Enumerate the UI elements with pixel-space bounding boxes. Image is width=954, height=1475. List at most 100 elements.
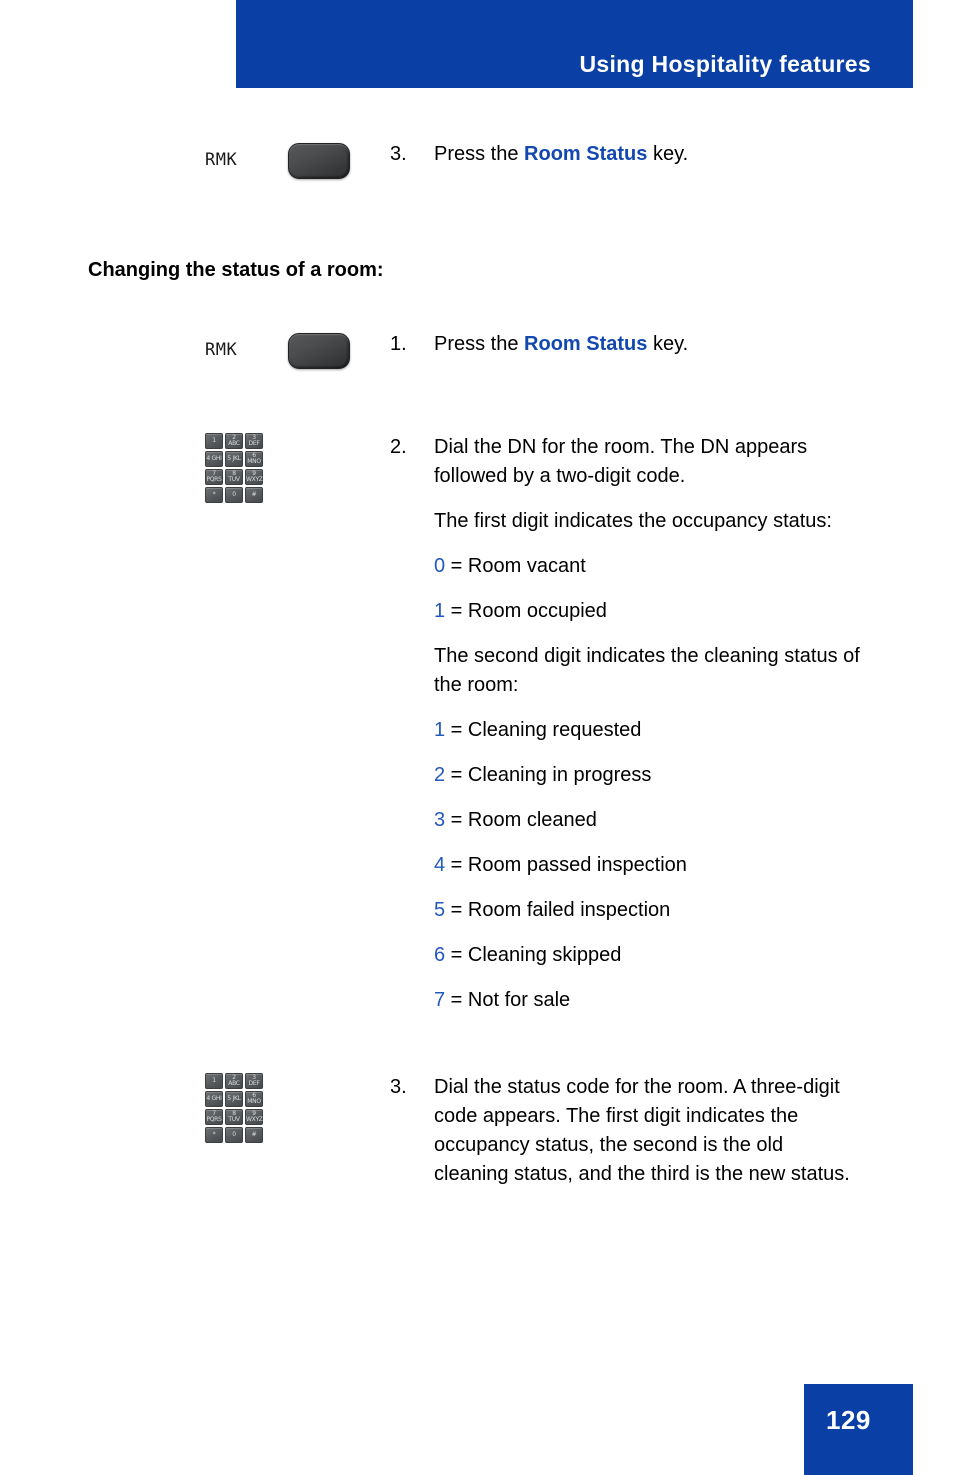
dialpad-key-label: 0 [232,491,236,498]
dialpad-key[interactable]: 4 GHI [205,1091,223,1107]
occupancy-code-1: 1 = Room occupied [434,597,860,626]
feature-key-label-icon: RMK [205,340,238,360]
dialpad-key[interactable]: 2 ABC [225,1073,243,1089]
code-digit: 5 [434,899,446,921]
dialpad-key[interactable]: 4 GHI [205,451,223,467]
section-heading: Changing the status of a room: [88,259,384,281]
step-text-after: key. [647,143,689,165]
code-description: = Not for sale [445,989,571,1011]
dialpad-key-label: 6 MNO [247,452,261,465]
code-description: = Room passed inspection [445,854,687,876]
cleaning-code-6: 6 = Cleaning skipped [434,941,860,970]
dialpad-key-label: 7 PQRS [206,470,222,483]
occupancy-intro: The first digit indicates the occupancy … [434,510,832,532]
cleaning-intro: The second digit indicates the cleaning … [434,645,860,696]
code-digit: 1 [434,719,446,741]
dialpad-key[interactable]: 8 TUV [225,1109,243,1125]
dialpad-key[interactable]: * [205,487,223,503]
code-description: = Room failed inspection [445,899,671,921]
dialpad-key[interactable]: 7 PQRS [205,1109,223,1125]
dialpad-key[interactable]: 3 DEF [245,433,263,449]
code-description: = Room occupied [445,600,607,622]
dialpad-key-label: 2 ABC [228,434,240,447]
dialpad-key-label: 6 MNO [247,1092,261,1105]
dialpad-key[interactable]: 3 DEF [245,1073,263,1089]
dialpad-key-label: 4 GHI [206,455,222,462]
page-header-bar: Using Hospitality features [236,0,913,88]
dialpad-icon-group-2: 1 2 ABC 3 DEF 4 GHI 5 JKL 6 MNO 7 PQRS 8… [190,1073,370,1143]
step-paragraph: Dial the DN for the room. The DN appears… [434,436,808,487]
dialpad-key[interactable]: 5 JKL [225,451,243,467]
dialpad-key-label: 2 ABC [228,1074,240,1087]
step-body: Press the Room Status key. [434,330,860,359]
dialpad-key-label: 5 JKL [227,1095,241,1102]
dialpad-key-label: 8 TUV [228,470,240,483]
dialpad-key-label: 8 TUV [228,1110,240,1123]
dialpad-key-label: 1 [212,437,216,444]
step-text-top-3: 3. Press the Room Status key. [390,140,860,169]
step-number: 3. [390,143,407,165]
cleaning-code-7: 7 = Not for sale [434,986,860,1015]
step-body: Dial the status code for the room. A thr… [434,1073,860,1189]
dialpad-key[interactable]: 6 MNO [245,451,263,467]
code-digit: 6 [434,944,446,966]
dialpad-key[interactable]: 1 [205,433,223,449]
room-status-key-name: Room Status [524,333,648,355]
dialpad-key-label: 4 GHI [206,1095,222,1102]
footer-page-number-box: 129 [804,1384,913,1475]
step-number: 3. [390,1076,407,1098]
page-number: 129 [826,1405,871,1435]
dialpad-key[interactable]: 9 WXYZ [245,469,263,485]
step-number: 2. [390,436,407,458]
dialpad-icon-group-1: 1 2 ABC 3 DEF 4 GHI 5 JKL 6 MNO 7 PQRS 8… [190,433,370,503]
step-text-2: 2. Dial the DN for the room. The DN appe… [390,433,860,1015]
room-status-key-name: Room Status [524,143,648,165]
code-description: = Cleaning in progress [445,764,652,786]
dialpad-key[interactable]: # [245,1127,263,1143]
feature-key-icon-group-2: RMK [190,330,370,390]
code-digit: 4 [434,854,446,876]
dialpad-key[interactable]: # [245,487,263,503]
occupancy-code-0: 0 = Room vacant [434,552,860,581]
dialpad-key[interactable]: 7 PQRS [205,469,223,485]
dialpad-icon[interactable]: 1 2 ABC 3 DEF 4 GHI 5 JKL 6 MNO 7 PQRS 8… [205,433,267,503]
dialpad-key[interactable]: 0 [225,487,243,503]
dialpad-key-label: 0 [232,1131,236,1138]
dialpad-key[interactable]: 9 WXYZ [245,1109,263,1125]
cleaning-code-1: 1 = Cleaning requested [434,716,860,745]
feature-key-button-icon[interactable] [288,333,350,369]
feature-key-label-icon: RMK [205,150,238,170]
dialpad-key[interactable]: * [205,1127,223,1143]
step-paragraph: Press the Room Status key. [434,140,860,169]
dialpad-key[interactable]: 6 MNO [245,1091,263,1107]
dialpad-key[interactable]: 0 [225,1127,243,1143]
step-number: 1. [390,333,407,355]
dialpad-key[interactable]: 8 TUV [225,469,243,485]
dialpad-key[interactable]: 1 [205,1073,223,1089]
step-text-bottom-3: 3. Dial the status code for the room. A … [390,1073,860,1189]
step-text-after: key. [647,333,689,355]
dialpad-key-label: 3 DEF [248,434,260,447]
dialpad-icon[interactable]: 1 2 ABC 3 DEF 4 GHI 5 JKL 6 MNO 7 PQRS 8… [205,1073,267,1143]
dialpad-key[interactable]: 5 JKL [225,1091,243,1107]
dialpad-key-label: 1 [212,1077,216,1084]
cleaning-code-4: 4 = Room passed inspection [434,851,860,880]
dialpad-key-label: # [251,491,257,498]
dialpad-key-label: 9 WXYZ [246,1110,263,1123]
step-text-before: Press the [434,143,525,165]
feature-key-button-icon[interactable] [288,143,350,179]
step-paragraph: Press the Room Status key. [434,330,860,359]
step-text-before: Press the [434,333,525,355]
dialpad-key-label: 7 PQRS [206,1110,222,1123]
code-description: = Room cleaned [445,809,597,831]
code-digit: 1 [434,600,446,622]
dialpad-key-label: * [212,491,216,498]
dialpad-key[interactable]: 2 ABC [225,433,243,449]
dialpad-key-label: 9 WXYZ [246,470,263,483]
dialpad-key-label: 3 DEF [248,1074,260,1087]
code-digit: 0 [434,555,446,577]
dialpad-key-label: 5 JKL [227,455,241,462]
cleaning-code-5: 5 = Room failed inspection [434,896,860,925]
cleaning-code-2: 2 = Cleaning in progress [434,761,860,790]
step-body: Press the Room Status key. [434,140,860,169]
